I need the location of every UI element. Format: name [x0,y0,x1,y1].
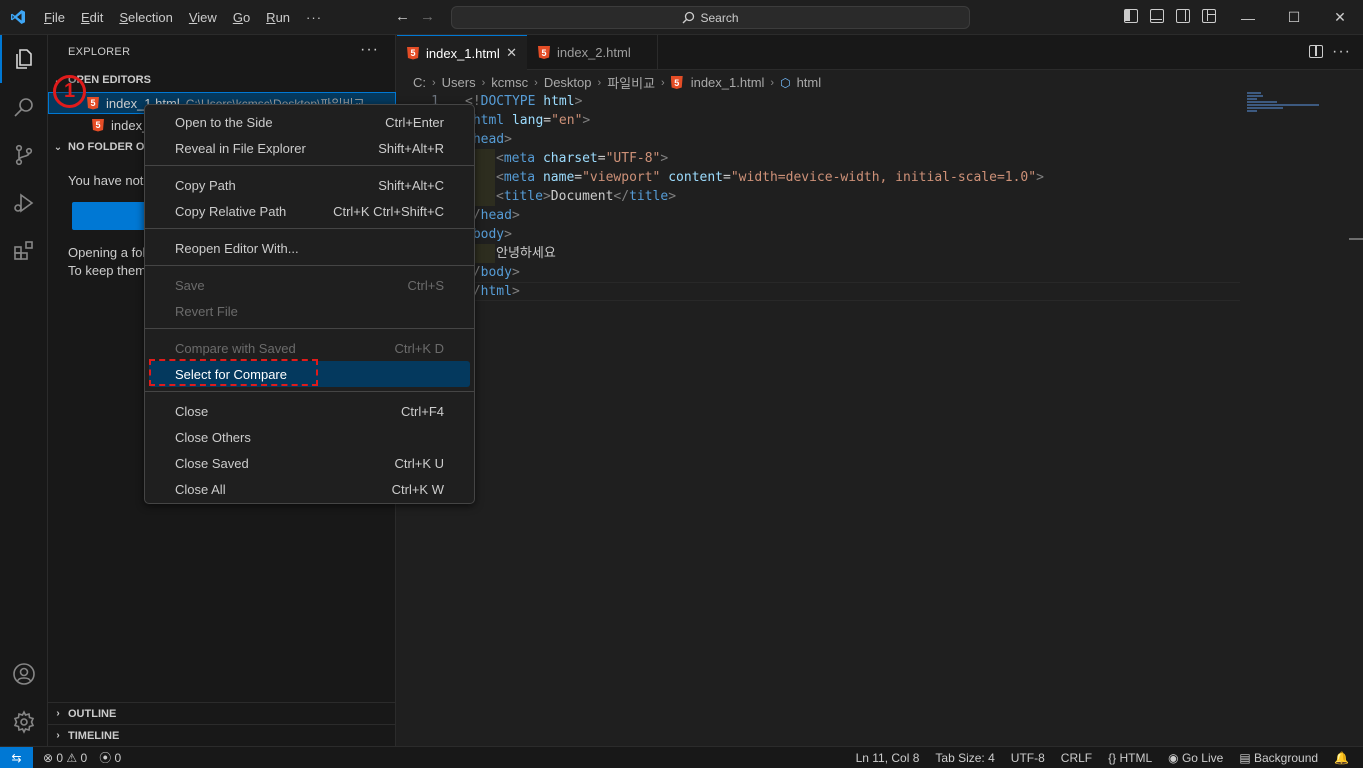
run-debug-icon[interactable] [0,179,48,227]
maximize-button[interactable]: ☐ [1271,0,1317,35]
problems-indicator[interactable]: ⊗ 0 ⚠ 0 [43,751,87,765]
menu-run[interactable]: Run [258,10,298,25]
breadcrumb-item[interactable]: C: [413,75,426,90]
html-file-icon: 5 [670,76,683,89]
timeline-section[interactable]: › TIMELINE [48,724,396,746]
code-line: <html lang="en"> [465,113,591,128]
minimap[interactable] [1247,92,1327,112]
editor-more-icon[interactable]: ··· [1332,43,1351,61]
menu-selection[interactable]: Selection [111,10,180,25]
code-editor[interactable]: 1 2 3 4 5 6 7 8 9 10 11 <!DOCTYPE html> … [397,92,1363,746]
accounts-icon[interactable] [0,650,48,698]
ports-indicator[interactable]: ⦿ 0 [99,749,121,766]
menu-go[interactable]: Go [225,10,258,25]
menu-bar: File Edit Selection View Go Run ··· [36,10,330,25]
menu-reveal-in-explorer[interactable]: Reveal in File Explorer Shift+Alt+R [149,135,470,161]
back-arrow-icon[interactable]: ← [395,8,410,25]
minimize-button[interactable]: — [1225,0,1271,35]
html-file-icon: 5 [87,96,99,110]
title-bar: File Edit Selection View Go Run ··· ← → … [0,0,1363,35]
menu-close-saved[interactable]: Close Saved Ctrl+K U [149,450,470,476]
breadcrumb-item[interactable]: kcmsc [491,75,528,90]
chevron-down-icon: ⌄ [53,141,63,153]
html-file-icon: 5 [92,118,104,132]
menu-compare-with-saved: Compare with Saved Ctrl+K D [175,340,444,356]
menu-close-others[interactable]: Close Others [149,424,470,450]
language-mode[interactable]: {} HTML [1108,751,1152,765]
html-file-icon: 5 [407,46,419,60]
forward-arrow-icon[interactable]: → [420,8,435,25]
split-editor-icon[interactable] [1309,45,1323,58]
tab-index1[interactable]: 5 index_1.html ✕ [397,35,527,70]
cursor-position[interactable]: Ln 11, Col 8 [856,751,920,765]
end-of-line[interactable]: CRLF [1061,751,1092,765]
menu-close-all[interactable]: Close All Ctrl+K W [149,476,470,502]
code-line: <!DOCTYPE html> [465,94,583,109]
search-activity-icon[interactable] [0,83,48,131]
status-bar: ⇆ ⊗ 0 ⚠ 0 ⦿ 0 Ln 11, Col 8 Tab Size: 4 U… [0,746,1363,768]
tab-label: index_2.html [557,45,631,60]
tab-label: index_1.html [426,45,500,61]
vscode-logo-icon [0,0,36,35]
toggle-secondary-sidebar-icon[interactable] [1176,9,1190,23]
symbol-icon: ⬡ [780,75,791,90]
menu-copy-path[interactable]: Copy Path Shift+Alt+C [149,172,470,198]
menu-reopen-editor-with[interactable]: Reopen Editor With... [149,235,470,261]
remote-icon[interactable]: ⇆ [0,746,33,768]
command-center-search[interactable]: Search [451,6,970,29]
code-line: <meta name="viewport" content="width=dev… [496,170,1044,185]
editor-tabs: 5 index_1.html ✕ 5 index_2.html ··· [397,35,1363,70]
editor-scrollbar[interactable] [1349,238,1363,240]
open-editors-header[interactable]: ⌄ OPEN EDITORS [48,69,396,91]
toggle-primary-sidebar-icon[interactable] [1124,9,1138,23]
extensions-icon[interactable] [0,227,48,275]
menu-copy-relative-path[interactable]: Copy Relative Path Ctrl+K Ctrl+Shift+C [149,198,470,224]
breadcrumb: C: › Users › kcmsc › Desktop › 파일비교 › 5 index… [413,73,822,92]
go-live-button[interactable]: ◉ Go Live [1168,751,1223,765]
menu-view[interactable]: View [181,10,225,25]
breadcrumb-item[interactable]: index_1.html [691,75,765,90]
code-line: <meta charset="UTF-8"> [496,151,669,166]
html-file-icon: 5 [538,46,550,59]
source-control-icon[interactable] [0,131,48,179]
context-menu: Open to the Side Ctrl+Enter Reveal in Fil… [144,104,475,504]
breadcrumb-item[interactable]: Desktop [544,75,592,90]
sidebar-more-icon[interactable]: ··· [360,41,379,59]
code-line: <title>Document</title> [496,189,677,204]
code-line: 안녕하세요 [496,246,556,261]
outline-label: OUTLINE [68,707,117,720]
step-marker: 1 [53,75,86,108]
activity-bar [0,35,48,746]
chevron-right-icon: › [56,730,60,741]
breadcrumb-item[interactable]: Users [442,75,476,90]
customize-layout-icon[interactable] [1202,9,1216,23]
search-icon [682,11,695,24]
outline-section[interactable]: › OUTLINE [48,702,396,724]
highlight-annotation [149,359,318,386]
menu-more-icon[interactable]: ··· [298,10,330,25]
tab-index2[interactable]: 5 index_2.html [528,35,658,70]
explorer-icon[interactable] [0,35,48,83]
menu-close[interactable]: Close Ctrl+F4 [149,398,470,424]
menu-save: Save Ctrl+S [175,277,444,293]
sidebar-title: EXPLORER [68,46,131,58]
search-label: Search [700,10,739,25]
breadcrumb-item[interactable]: 파일비교 [607,73,655,92]
menu-open-to-side[interactable]: Open to the Side Ctrl+Enter [149,109,470,135]
close-tab-icon[interactable]: ✕ [506,45,517,61]
menu-edit[interactable]: Edit [73,10,111,25]
background-button[interactable]: ▤ Background [1239,751,1318,765]
breadcrumb-item[interactable]: html [797,75,822,90]
encoding[interactable]: UTF-8 [1011,751,1045,765]
chevron-right-icon: › [56,708,60,719]
settings-gear-icon[interactable] [0,698,48,746]
menu-file[interactable]: File [36,10,73,25]
close-window-button[interactable]: ✕ [1317,0,1363,35]
menu-revert-file: Revert File [175,303,238,319]
notifications-bell-icon[interactable]: 🔔 [1334,751,1349,765]
timeline-label: TIMELINE [68,729,120,742]
tab-size[interactable]: Tab Size: 4 [935,751,994,765]
toggle-panel-icon[interactable] [1150,9,1164,23]
